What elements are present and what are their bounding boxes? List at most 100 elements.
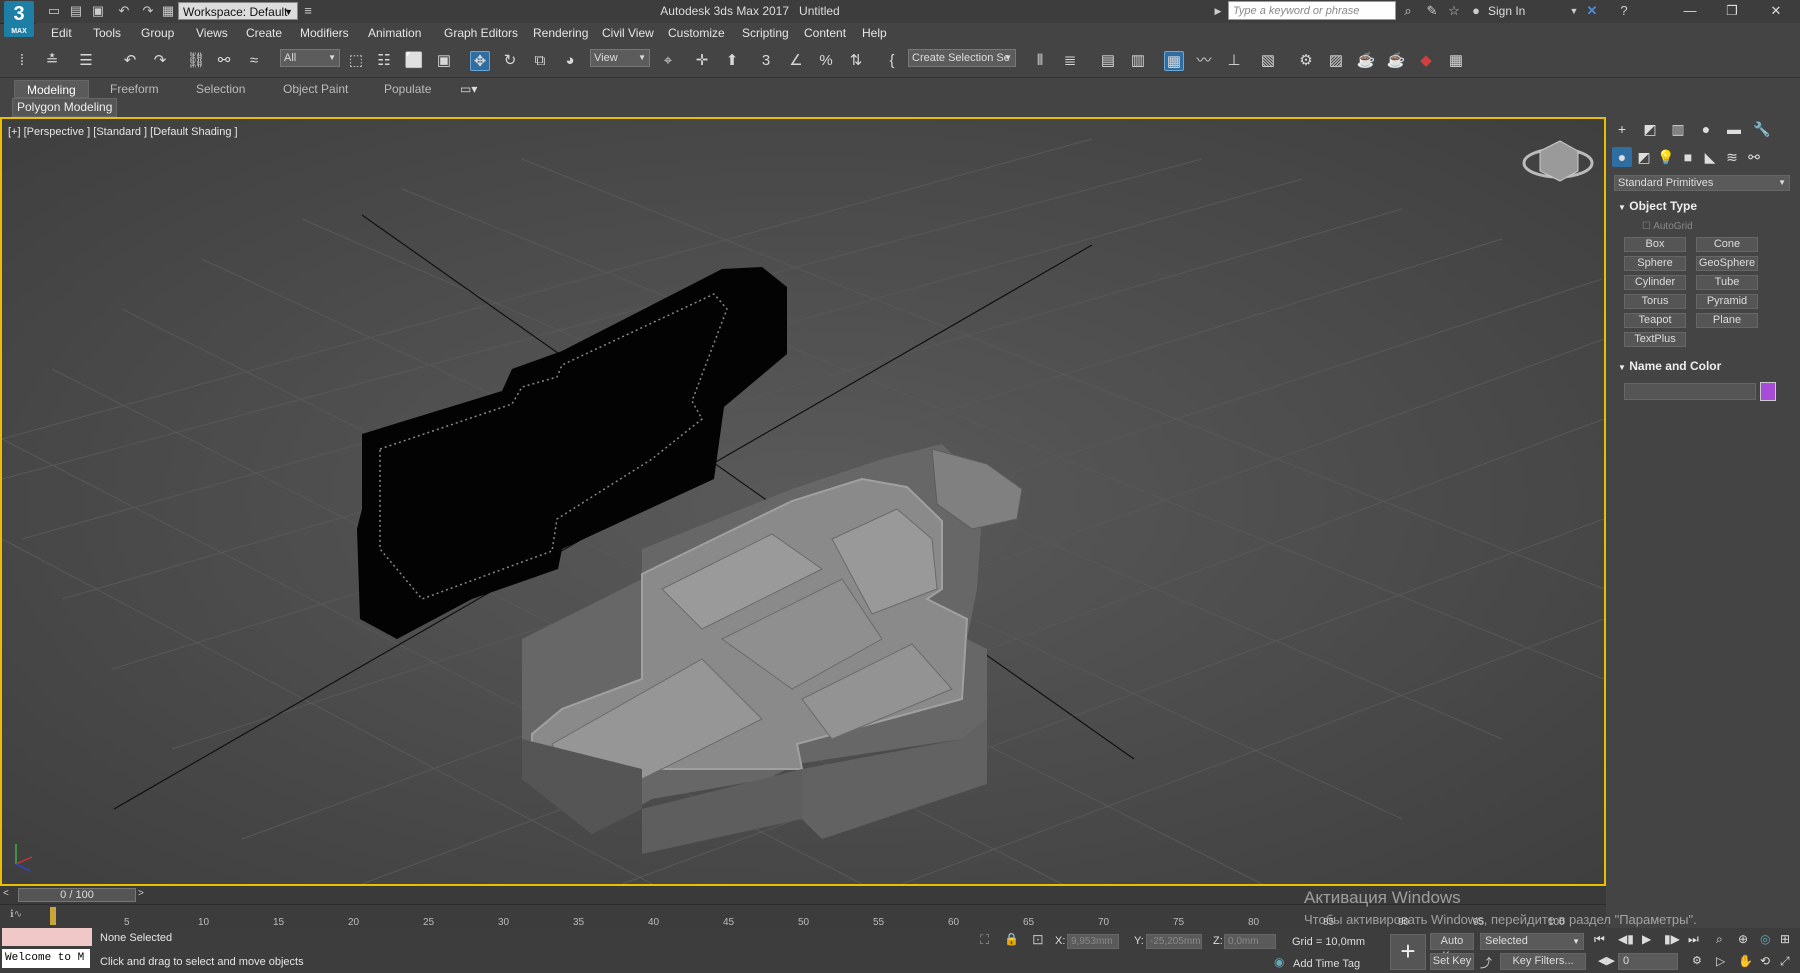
autogrid-checkbox[interactable]: ☐ AutoGrid — [1642, 221, 1693, 232]
maximize-viewport-icon[interactable]: ⤢ — [1780, 954, 1790, 969]
utilities-tab-icon[interactable]: 🔧 — [1752, 119, 1772, 139]
redo-icon[interactable]: ↷ — [140, 3, 156, 19]
rendered-frame-window-icon[interactable]: ▨ — [1326, 51, 1346, 71]
favorites-star-icon[interactable]: ☆ — [1446, 3, 1462, 19]
time-slider[interactable]: 0 / 100 — [18, 888, 136, 902]
lights-icon[interactable]: 💡 — [1656, 147, 1676, 167]
textplus-button[interactable]: TextPlus — [1624, 332, 1686, 347]
object-color-swatch[interactable] — [1760, 382, 1776, 401]
chevron-down-icon[interactable]: ▼ — [1566, 3, 1582, 19]
display-tab-icon[interactable]: ▬ — [1724, 119, 1744, 139]
render-shortcuts-icon[interactable]: ▦ — [1446, 51, 1466, 71]
tab-modeling[interactable]: Modeling — [14, 80, 89, 98]
menu-modifiers[interactable]: Modifiers — [300, 26, 349, 40]
orbit-icon[interactable]: ⟲ — [1760, 954, 1770, 968]
box-button[interactable]: Box — [1624, 237, 1686, 252]
manipulate-icon[interactable]: ✛ — [692, 51, 712, 71]
render-cloud-icon[interactable]: ◆ — [1416, 51, 1436, 71]
undo-icon[interactable]: ↶ — [116, 3, 132, 19]
ribbon-toggle-icon[interactable]: ☰ — [76, 51, 96, 71]
tube-button[interactable]: Tube — [1696, 275, 1758, 290]
key-filters-button[interactable]: Key Filters... — [1500, 953, 1586, 970]
time-configuration-icon[interactable]: ⚙ — [1692, 954, 1702, 967]
systems-icon[interactable]: ⚯ — [1744, 147, 1764, 167]
render-production-icon[interactable]: ☕ — [1356, 51, 1376, 71]
time-tag-icon[interactable]: ◉ — [1274, 955, 1284, 969]
torus-button[interactable]: Torus — [1624, 294, 1686, 309]
key-mode-dropdown[interactable]: Selected ▼ — [1480, 933, 1584, 950]
sphere-button[interactable]: Sphere — [1624, 256, 1686, 271]
viewport-label[interactable]: [+] [Perspective ] [Standard ] [Default … — [8, 126, 238, 138]
percent-snap-icon[interactable]: % — [816, 51, 836, 71]
undo-icon[interactable]: ↶ — [120, 51, 140, 71]
spinner-snap-icon[interactable]: ⇅ — [846, 51, 866, 71]
modify-tab-icon[interactable]: ◩ — [1640, 119, 1660, 139]
minimize-button[interactable]: — — [1670, 0, 1710, 22]
time-prev-icon[interactable]: < — [3, 888, 9, 899]
menu-graph-editors[interactable]: Graph Editors — [444, 26, 518, 40]
selection-filter-dropdown[interactable]: All ▼ — [280, 49, 340, 67]
binoculars-icon[interactable]: ⌕ — [1400, 3, 1416, 19]
pyramid-button[interactable]: Pyramid — [1696, 294, 1758, 309]
maxscript-mini-listener[interactable] — [2, 928, 92, 946]
go-to-start-icon[interactable]: ⏮ — [1594, 932, 1605, 947]
object-name-field[interactable] — [1624, 383, 1756, 400]
category-dropdown[interactable]: Standard Primitives ▼ — [1614, 175, 1790, 191]
zoom-extents-icon[interactable]: ◎ — [1760, 932, 1770, 946]
teapot-button[interactable]: Teapot — [1624, 313, 1686, 328]
tab-freeform[interactable]: Freeform — [110, 80, 159, 98]
schematic-view-icon[interactable]: ⊥ — [1224, 51, 1244, 71]
link-icon[interactable]: ⛓ — [186, 51, 206, 71]
angle-snap-icon[interactable]: ∠ — [786, 51, 806, 71]
select-object-icon[interactable]: ⬚ — [346, 51, 366, 71]
layer-icon[interactable]: ≛ — [42, 51, 62, 71]
select-and-move-icon[interactable]: ✥ — [470, 51, 490, 71]
select-region-icon[interactable]: ⁞ — [12, 51, 32, 71]
menu-views[interactable]: Views — [196, 26, 228, 40]
menu-group[interactable]: Group — [141, 26, 174, 40]
select-and-scale-icon[interactable]: ⧉ — [530, 51, 550, 71]
menu-scripting[interactable]: Scripting — [742, 26, 789, 40]
redo-icon[interactable]: ↷ — [150, 51, 170, 71]
align-icon[interactable]: ≣ — [1060, 51, 1080, 71]
open-file-icon[interactable]: ▤ — [68, 3, 84, 19]
object-type-rollout[interactable]: ▼ Object Type — [1618, 199, 1788, 215]
mirror-icon[interactable]: ⫴ — [1030, 51, 1050, 71]
subscription-icon[interactable]: ✎ — [1424, 3, 1440, 19]
select-and-rotate-icon[interactable]: ↻ — [500, 51, 520, 71]
zoom-all-icon[interactable]: ⊕ — [1738, 932, 1748, 946]
tab-object-paint[interactable]: Object Paint — [283, 80, 348, 98]
menu-edit[interactable]: Edit — [51, 26, 72, 40]
reference-coordinate-dropdown[interactable]: View ▼ — [590, 49, 650, 67]
save-file-icon[interactable]: ▣ — [90, 3, 106, 19]
shapes-icon[interactable]: ◩ — [1634, 147, 1654, 167]
hierarchy-tab-icon[interactable]: ▥ — [1668, 119, 1688, 139]
curve-editor-icon[interactable]: 〰 — [1194, 51, 1214, 71]
pan-view-icon[interactable]: ✋ — [1738, 954, 1753, 968]
isolate-icon[interactable]: ⛶ — [980, 932, 989, 948]
y-coordinate-field[interactable]: -25,205mm — [1146, 934, 1202, 949]
previous-frame-icon[interactable]: ◀▮ — [1618, 932, 1634, 946]
app-logo-button[interactable]: 3 MAX — [4, 1, 34, 37]
curve-editor-mini-icon[interactable]: ℹ∿ — [10, 909, 22, 920]
time-marker[interactable] — [50, 907, 56, 925]
motion-tab-icon[interactable]: ● — [1696, 119, 1716, 139]
go-to-end-icon[interactable]: ⏭ — [1688, 932, 1699, 947]
menu-content[interactable]: Content — [804, 26, 846, 40]
unlink-icon[interactable]: ⚯ — [214, 51, 234, 71]
x-coordinate-field[interactable]: 9,953mm — [1067, 934, 1119, 949]
named-selection-dropdown[interactable]: Create Selection Se ▼ — [908, 49, 1016, 67]
zoom-icon[interactable]: ⌕ — [1716, 932, 1723, 947]
workspace-selector[interactable]: Workspace: Default ▼ — [178, 2, 298, 20]
create-tab-icon[interactable]: + — [1612, 119, 1632, 139]
menu-tools[interactable]: Tools — [93, 26, 121, 40]
cylinder-button[interactable]: Cylinder — [1624, 275, 1686, 290]
set-key-button[interactable]: Set Key — [1430, 953, 1474, 970]
layer-explorer-icon[interactable]: ▥ — [1128, 51, 1148, 71]
menu-customize[interactable]: Customize — [668, 26, 725, 40]
time-next-icon[interactable]: > — [138, 888, 144, 899]
ribbon-options-icon[interactable]: ▭▾ — [460, 80, 477, 98]
render-setup-icon[interactable]: ⚙ — [1296, 51, 1316, 71]
cameras-icon[interactable]: ■ — [1678, 147, 1698, 167]
exchange-apps-icon[interactable]: ✕ — [1584, 3, 1600, 19]
